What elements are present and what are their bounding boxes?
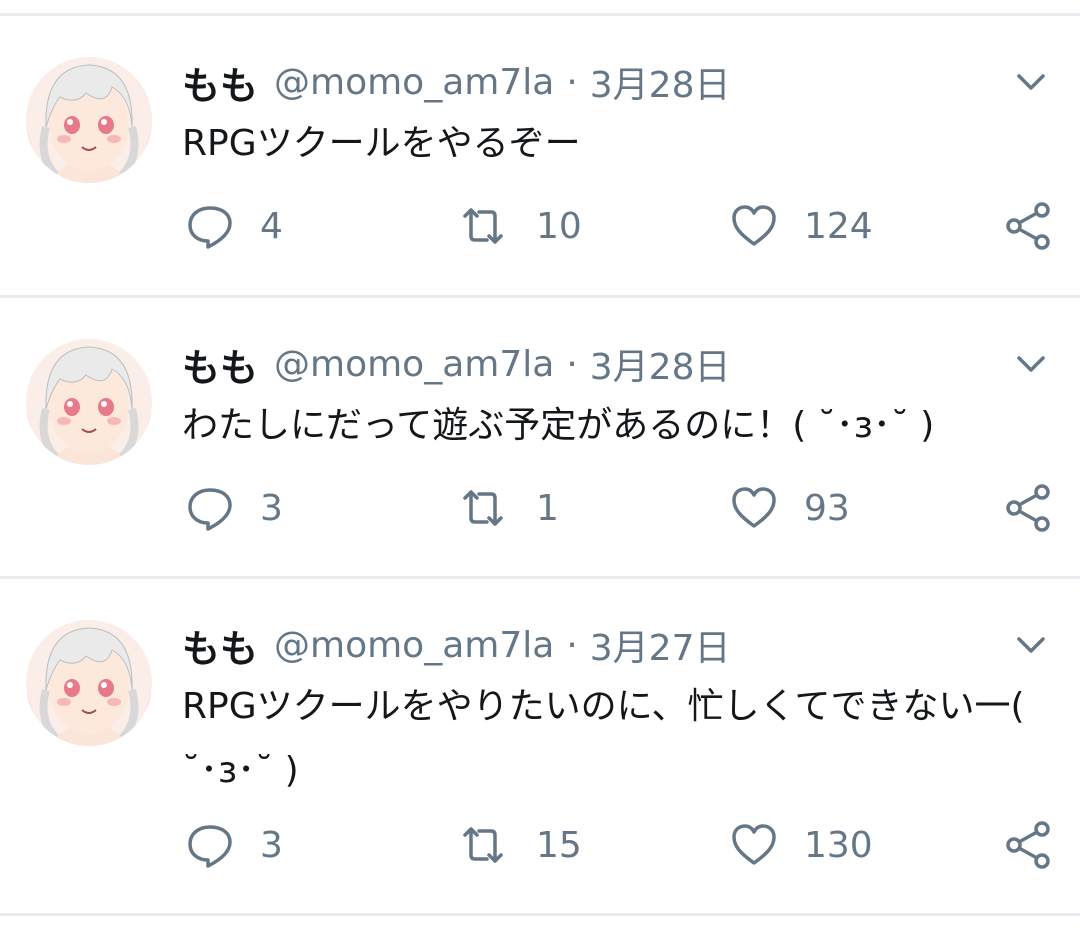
- reply-icon: [188, 825, 232, 868]
- tweet[interactable]: もも @momo_am7la · 3月27日 RPGツクールをやりたいのに、忙し…: [0, 563, 1080, 915]
- retweet-count: 15: [536, 824, 582, 866]
- reply-button[interactable]: 3: [186, 478, 283, 538]
- separator-dot: ·: [566, 61, 578, 103]
- like-button[interactable]: 130: [730, 815, 873, 875]
- tweet-actions: 3 1 93: [0, 478, 1080, 538]
- chevron-down-icon[interactable]: [1013, 64, 1049, 100]
- avatar[interactable]: [26, 339, 152, 465]
- like-count: 130: [804, 824, 873, 866]
- tweet-actions: 4 10 124: [0, 196, 1080, 256]
- heart-icon: [732, 824, 776, 865]
- reply-button[interactable]: 4: [186, 196, 283, 256]
- tweet-text: RPGツクールをやりたいのに、忙しくてできない一( ˘･з･˘ ): [182, 686, 1036, 791]
- tweet-date[interactable]: 3月27日: [590, 619, 731, 671]
- reply-icon: [188, 206, 232, 249]
- share-icon[interactable]: [1004, 202, 1052, 250]
- reply-count: 3: [260, 824, 283, 866]
- retweet-button[interactable]: 10: [456, 196, 582, 256]
- like-button[interactable]: 124: [730, 196, 873, 256]
- like-button[interactable]: 93: [730, 478, 850, 538]
- tweet-actions: 3 15 130: [0, 815, 1080, 875]
- tweet-date[interactable]: 3月28日: [590, 56, 731, 108]
- avatar[interactable]: [26, 620, 152, 746]
- retweet-icon: [463, 208, 503, 244]
- share-icon[interactable]: [1004, 821, 1052, 869]
- tweet[interactable]: もも @momo_am7la · 3月28日 RPGツクールをやるぞー 4 10…: [0, 0, 1080, 296]
- retweet-count: 1: [536, 487, 559, 529]
- separator-dot: ·: [566, 624, 578, 666]
- separator-dot: ·: [566, 343, 578, 385]
- tweet-date[interactable]: 3月28日: [590, 338, 731, 390]
- retweet-button[interactable]: 1: [456, 478, 559, 538]
- chevron-down-icon[interactable]: [1013, 346, 1049, 382]
- like-count: 124: [804, 205, 873, 247]
- reply-count: 4: [260, 205, 283, 247]
- tweet-divider: [0, 913, 1080, 916]
- reply-icon: [188, 488, 232, 531]
- heart-icon: [732, 205, 776, 246]
- tweet-header: もも @momo_am7la · 3月27日: [182, 618, 731, 673]
- retweet-count: 10: [536, 205, 582, 247]
- tweet-text: わたしにだって遊ぶ予定があるのに！( ˘･з･˘ ): [182, 405, 935, 446]
- chevron-down-icon[interactable]: [1013, 627, 1049, 663]
- like-count: 93: [804, 487, 850, 529]
- reply-count: 3: [260, 487, 283, 529]
- retweet-icon: [463, 490, 503, 526]
- user-handle[interactable]: @momo_am7la: [274, 625, 554, 666]
- share-icon[interactable]: [1004, 484, 1052, 532]
- avatar[interactable]: [26, 57, 152, 183]
- heart-icon: [732, 487, 776, 528]
- display-name[interactable]: もも: [182, 55, 258, 110]
- user-handle[interactable]: @momo_am7la: [274, 344, 554, 385]
- retweet-icon: [463, 827, 503, 863]
- tweet-header: もも @momo_am7la · 3月28日: [182, 55, 731, 110]
- user-handle[interactable]: @momo_am7la: [274, 62, 554, 103]
- tweet-text: RPGツクールをやるぞー: [182, 123, 581, 164]
- tweet[interactable]: もも @momo_am7la · 3月28日 わたしにだって遊ぶ予定があるのに！…: [0, 282, 1080, 578]
- tweet-header: もも @momo_am7la · 3月28日: [182, 337, 731, 392]
- display-name[interactable]: もも: [182, 618, 258, 673]
- display-name[interactable]: もも: [182, 337, 258, 392]
- reply-button[interactable]: 3: [186, 815, 283, 875]
- retweet-button[interactable]: 15: [456, 815, 582, 875]
